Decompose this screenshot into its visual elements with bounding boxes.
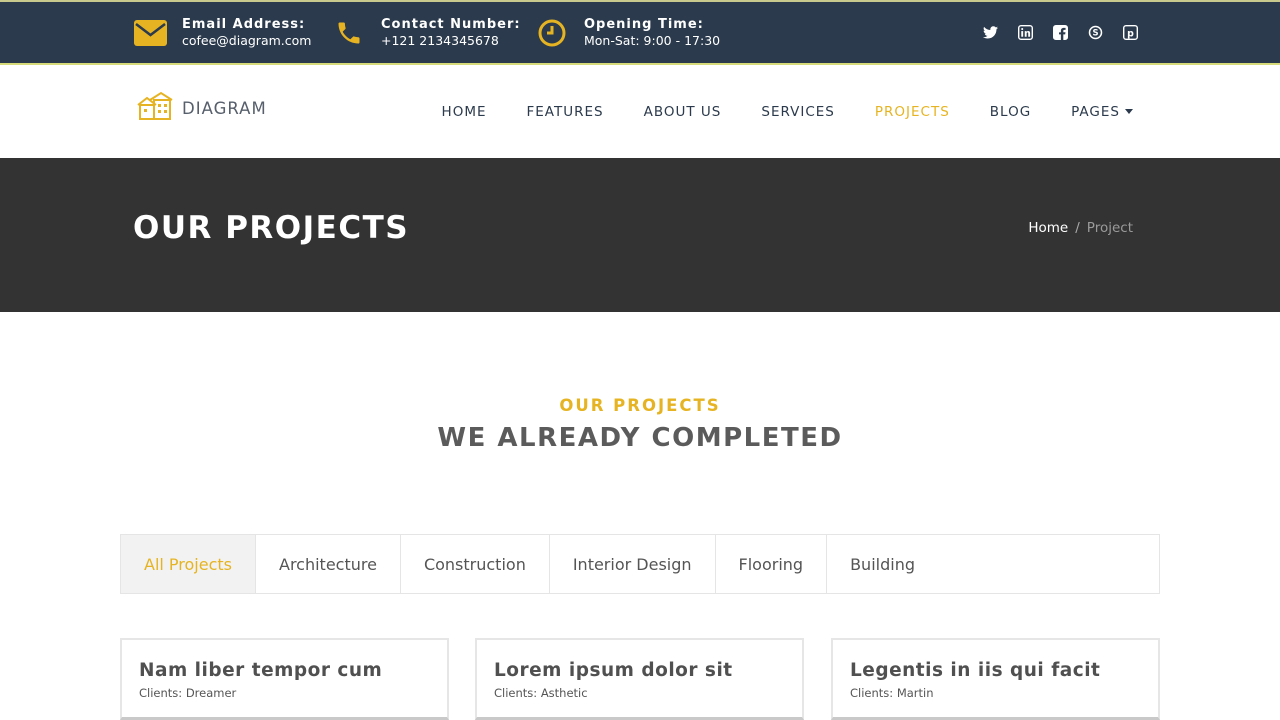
facebook-icon[interactable] (1052, 25, 1068, 41)
hours-value: Mon-Sat: 9:00 - 17:30 (584, 32, 721, 48)
project-title: Legentis in iis qui facit (850, 660, 1101, 681)
twitter-icon[interactable] (982, 25, 998, 41)
main-navbar: DIAGRAM HOME FEATURES ABOUT US SERVICES … (0, 65, 1280, 158)
pinterest-icon[interactable]: p (1122, 25, 1138, 41)
breadcrumb-current: Project (1086, 220, 1133, 236)
section-subtitle: OUR PROJECTS (559, 396, 721, 415)
svg-text:p: p (1127, 28, 1134, 39)
nav-projects[interactable]: PROJECTS (875, 104, 950, 120)
filter-flooring[interactable]: Flooring (716, 535, 828, 593)
phone-value: +121 2134345678 (381, 32, 499, 48)
nav-pages-label: PAGES (1071, 103, 1120, 120)
nav-blog[interactable]: BLOG (990, 104, 1031, 120)
logo-text: DIAGRAM (182, 98, 267, 118)
main-menu: HOME FEATURES ABOUT US SERVICES PROJECTS… (442, 65, 1133, 158)
site-logo[interactable]: DIAGRAM (136, 91, 267, 125)
house-logo-icon (136, 91, 174, 125)
section-title: WE ALREADY COMPLETED (437, 423, 843, 453)
filter-construction[interactable]: Construction (401, 535, 550, 593)
project-client: Clients: Martin (850, 686, 934, 700)
hours-label: Opening Time: (584, 16, 704, 32)
top-info-bar: Email Address: cofee@diagram.com Contact… (0, 0, 1280, 65)
project-card[interactable]: Legentis in iis qui facit Clients: Marti… (831, 638, 1160, 720)
nav-pages-dropdown[interactable]: PAGES (1071, 104, 1133, 120)
project-card[interactable]: Lorem ipsum dolor sit Clients: Asthetic (475, 638, 804, 720)
caret-down-icon (1125, 108, 1133, 114)
social-links: S p (982, 2, 1138, 63)
skype-icon[interactable]: S (1087, 25, 1103, 41)
phone-label: Contact Number: (381, 16, 521, 32)
page-banner: OUR PROJECTS Home / Project (0, 158, 1280, 312)
filter-building[interactable]: Building (827, 535, 938, 593)
email-label: Email Address: (182, 16, 306, 32)
linkedin-icon[interactable] (1017, 25, 1033, 41)
clock-icon (535, 16, 569, 50)
nav-features[interactable]: FEATURES (527, 104, 604, 120)
project-title: Lorem ipsum dolor sit (494, 660, 733, 681)
phone-info: Contact Number: +121 2134345678 (332, 2, 521, 63)
email-value: cofee@diagram.com (182, 32, 312, 48)
envelope-icon (133, 16, 167, 50)
page-title: OUR PROJECTS (133, 210, 410, 246)
nav-about-us[interactable]: ABOUT US (644, 104, 722, 120)
hours-info: Opening Time: Mon-Sat: 9:00 - 17:30 (535, 2, 720, 63)
filter-architecture[interactable]: Architecture (256, 535, 401, 593)
project-title: Nam liber tempor cum (139, 660, 383, 681)
project-filter-tabs: All Projects Architecture Construction I… (120, 534, 1160, 594)
email-info: Email Address: cofee@diagram.com (133, 2, 311, 63)
filter-all-projects[interactable]: All Projects (121, 535, 256, 593)
phone-icon (332, 16, 366, 50)
breadcrumb: Home / Project (1028, 220, 1133, 236)
svg-text:S: S (1092, 28, 1098, 38)
project-card[interactable]: Nam liber tempor cum Clients: Dreamer (120, 638, 449, 720)
nav-services[interactable]: SERVICES (761, 104, 834, 120)
breadcrumb-separator: / (1075, 220, 1080, 236)
breadcrumb-home-link[interactable]: Home (1028, 220, 1068, 236)
project-client: Clients: Dreamer (139, 686, 237, 700)
project-client: Clients: Asthetic (494, 686, 588, 700)
filter-interior-design[interactable]: Interior Design (550, 535, 716, 593)
nav-home[interactable]: HOME (442, 104, 487, 120)
